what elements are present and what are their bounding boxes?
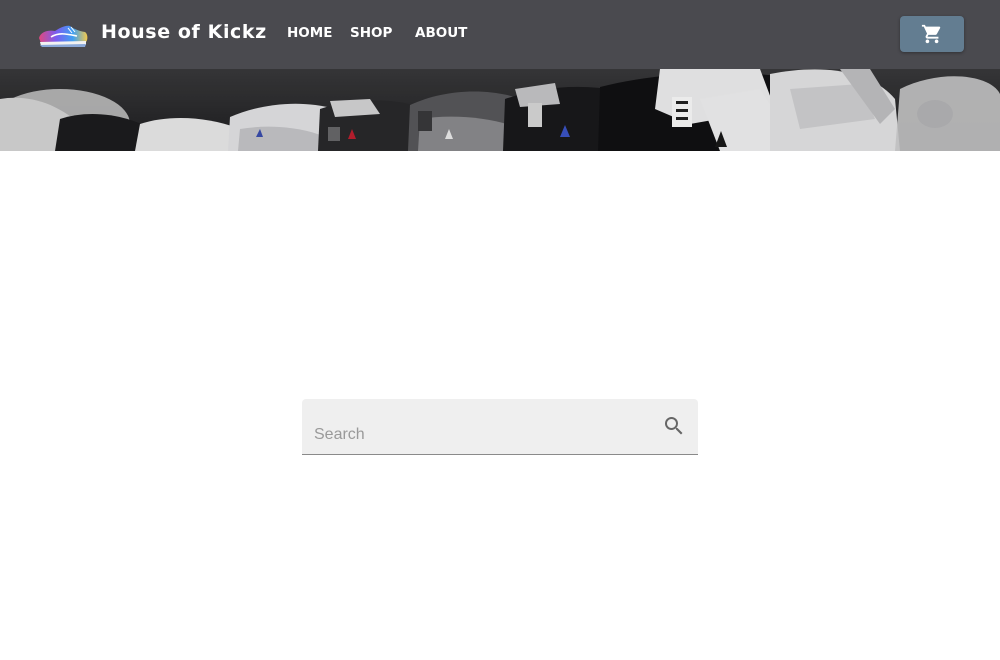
sneaker-shelf-image [0, 69, 1000, 151]
search-icon[interactable] [662, 414, 686, 438]
nav-shop-link[interactable]: SHOP [350, 25, 392, 41]
nav-about-link[interactable]: ABOUT [415, 25, 467, 41]
brand-name[interactable]: House of Kickz [101, 21, 267, 43]
sneaker-logo-icon[interactable] [37, 20, 89, 50]
cart-button[interactable] [900, 16, 964, 52]
sneaker-shelf-banner [0, 69, 1000, 151]
top-navbar: House of Kickz HOME SHOP ABOUT [0, 0, 1000, 69]
search-field[interactable] [302, 399, 698, 455]
shopping-cart-icon [921, 24, 941, 44]
nav-home-link[interactable]: HOME [287, 25, 332, 41]
search-input[interactable] [314, 423, 654, 447]
